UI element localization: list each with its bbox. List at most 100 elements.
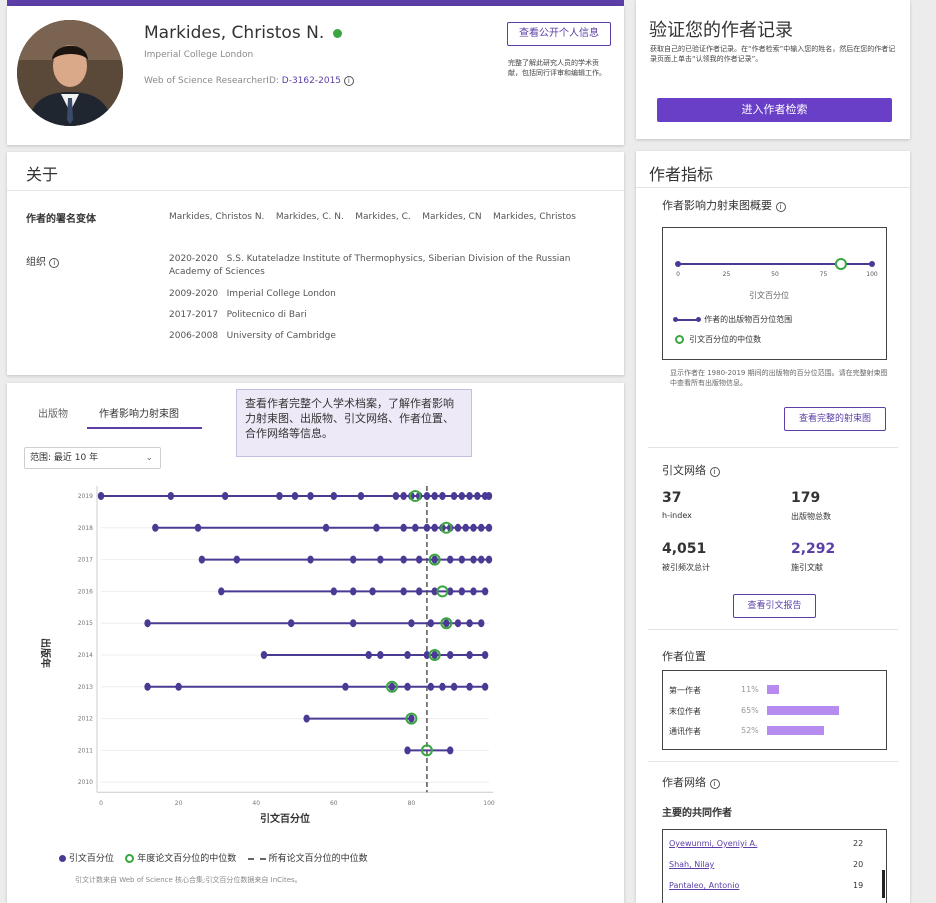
researcher-id-link[interactable]: D-3162-2015	[282, 76, 341, 86]
citation-point	[404, 682, 411, 691]
citing-articles-value[interactable]: 2,292	[791, 541, 835, 557]
info-icon[interactable]: i	[343, 76, 354, 86]
times-cited-label: 被引频次总计	[662, 563, 710, 572]
citation-point	[322, 523, 330, 532]
y-axis-label: 出版年	[39, 638, 50, 668]
citation-point	[458, 587, 466, 596]
citation-point	[400, 587, 407, 596]
beamplot-chart: 2019201820172016201520142013201220112010…	[78, 486, 495, 825]
citation-point	[373, 523, 380, 532]
citation-point	[470, 523, 477, 532]
citation-point	[427, 619, 434, 628]
coauthor-list: Oyewunmi, Oyeniyi A. 22 Shah, Nilay 20 P…	[662, 829, 887, 903]
citation-point	[415, 555, 423, 564]
citation-point	[198, 555, 206, 564]
impact-overview-title: 作者影响力射束图概要 i	[662, 197, 786, 213]
times-cited-value: 4,051	[662, 541, 707, 557]
citation-point	[481, 651, 489, 659]
position-bar	[767, 726, 824, 735]
org-row: 2017-2017 Politecnico di Bari	[169, 310, 307, 320]
legend-all-label: 所有论文百分位的中位数	[268, 854, 368, 864]
mini-tick-label: 0	[676, 271, 680, 278]
citation-point	[287, 619, 295, 628]
citation-point	[377, 555, 384, 564]
org-row: 2006-2008 University of Cambridge	[169, 331, 336, 341]
citation-point	[342, 682, 349, 691]
citation-point	[388, 682, 396, 691]
y-tick-label: 2012	[78, 716, 93, 723]
citation-point	[474, 492, 481, 500]
citation-point	[330, 492, 337, 500]
view-public-profile-button[interactable]: 查看公开个人信息	[507, 22, 611, 46]
position-pct: 65%	[741, 706, 759, 715]
citation-point	[144, 619, 151, 628]
citation-point	[423, 523, 431, 532]
range-line-icon	[673, 316, 701, 322]
citation-point	[431, 523, 438, 532]
info-icon[interactable]: i	[709, 779, 720, 789]
coauthor-name-link[interactable]: Pantaleo, Antonio	[669, 881, 739, 890]
citation-point	[365, 651, 372, 659]
x-tick-label: 20	[175, 800, 183, 807]
view-citation-report-button[interactable]: 查看引文报告	[733, 594, 816, 618]
citation-point	[260, 651, 268, 659]
legend-median-label: 年度论文百分位的中位数	[137, 854, 237, 864]
profile-card: Markides, Christos N. Imperial College L…	[7, 6, 624, 145]
section-divider	[648, 761, 898, 762]
citation-point	[404, 651, 411, 659]
coauthor-name-link[interactable]: Oyewunmi, Oyeniyi A.	[669, 839, 757, 848]
view-full-beamplot-button[interactable]: 查看完整的射束图	[784, 407, 886, 431]
citation-point	[481, 682, 489, 691]
x-tick-label: 0	[99, 800, 103, 807]
tab-impact-beamplot[interactable]: 作者影响力射束图	[99, 405, 179, 420]
citation-point	[447, 746, 454, 755]
citation-point	[412, 523, 419, 532]
info-icon[interactable]: i	[709, 467, 720, 477]
citation-point	[431, 492, 438, 500]
citation-point	[478, 523, 485, 532]
position-pct: 52%	[741, 726, 759, 735]
y-tick-label: 2019	[78, 493, 93, 500]
y-tick-label: 2018	[78, 525, 93, 532]
name-variants-value: Markides, Christos N. Markides, C. N. Ma…	[169, 212, 576, 222]
author-search-button[interactable]: 进入作者检索	[657, 98, 892, 122]
range-select[interactable]: 范围: 最近 10 年 ⌄	[24, 447, 161, 469]
citation-point	[218, 587, 225, 596]
citation-point	[458, 555, 466, 564]
h-index-label: h-index	[662, 511, 692, 520]
scrollbar-thumb[interactable]	[882, 870, 885, 898]
section-divider	[648, 629, 898, 630]
citation-point	[447, 651, 454, 659]
about-divider	[7, 190, 624, 191]
tab-publications[interactable]: 出版物	[38, 405, 68, 420]
name-variants-label: 作者的署名变体	[26, 214, 96, 225]
citation-point	[408, 714, 415, 723]
citation-point	[152, 523, 159, 532]
verify-description: 获取自己的已验证作者记录。在“作者检索”中输入您的姓名，然后在您的作者记录页面上…	[650, 45, 896, 63]
citation-network-title: 引文网络 i	[662, 462, 720, 478]
position-label: 通讯作者	[669, 727, 701, 736]
citation-point	[485, 492, 493, 500]
citation-point	[276, 492, 283, 500]
citation-point	[408, 619, 415, 628]
citation-point	[350, 587, 357, 596]
section-divider	[648, 447, 898, 448]
info-icon[interactable]: i	[775, 202, 786, 212]
y-tick-label: 2015	[78, 620, 93, 627]
info-icon[interactable]: i	[49, 258, 60, 268]
coauthor-name-link[interactable]: Shah, Nilay	[669, 860, 714, 869]
citation-point	[303, 714, 310, 723]
citation-point	[350, 619, 357, 628]
verified-icon	[332, 28, 342, 38]
x-tick-label: 40	[252, 800, 260, 807]
metrics-divider	[636, 187, 910, 188]
citation-point	[478, 555, 485, 564]
publications-label: 出版物总数	[791, 512, 831, 521]
citation-point	[431, 555, 438, 564]
citation-point	[466, 682, 473, 691]
org-label: 组织 i	[26, 253, 60, 268]
x-tick-label: 60	[330, 800, 338, 807]
citation-point	[415, 587, 423, 596]
citation-point	[458, 492, 466, 500]
citation-point	[481, 587, 489, 596]
